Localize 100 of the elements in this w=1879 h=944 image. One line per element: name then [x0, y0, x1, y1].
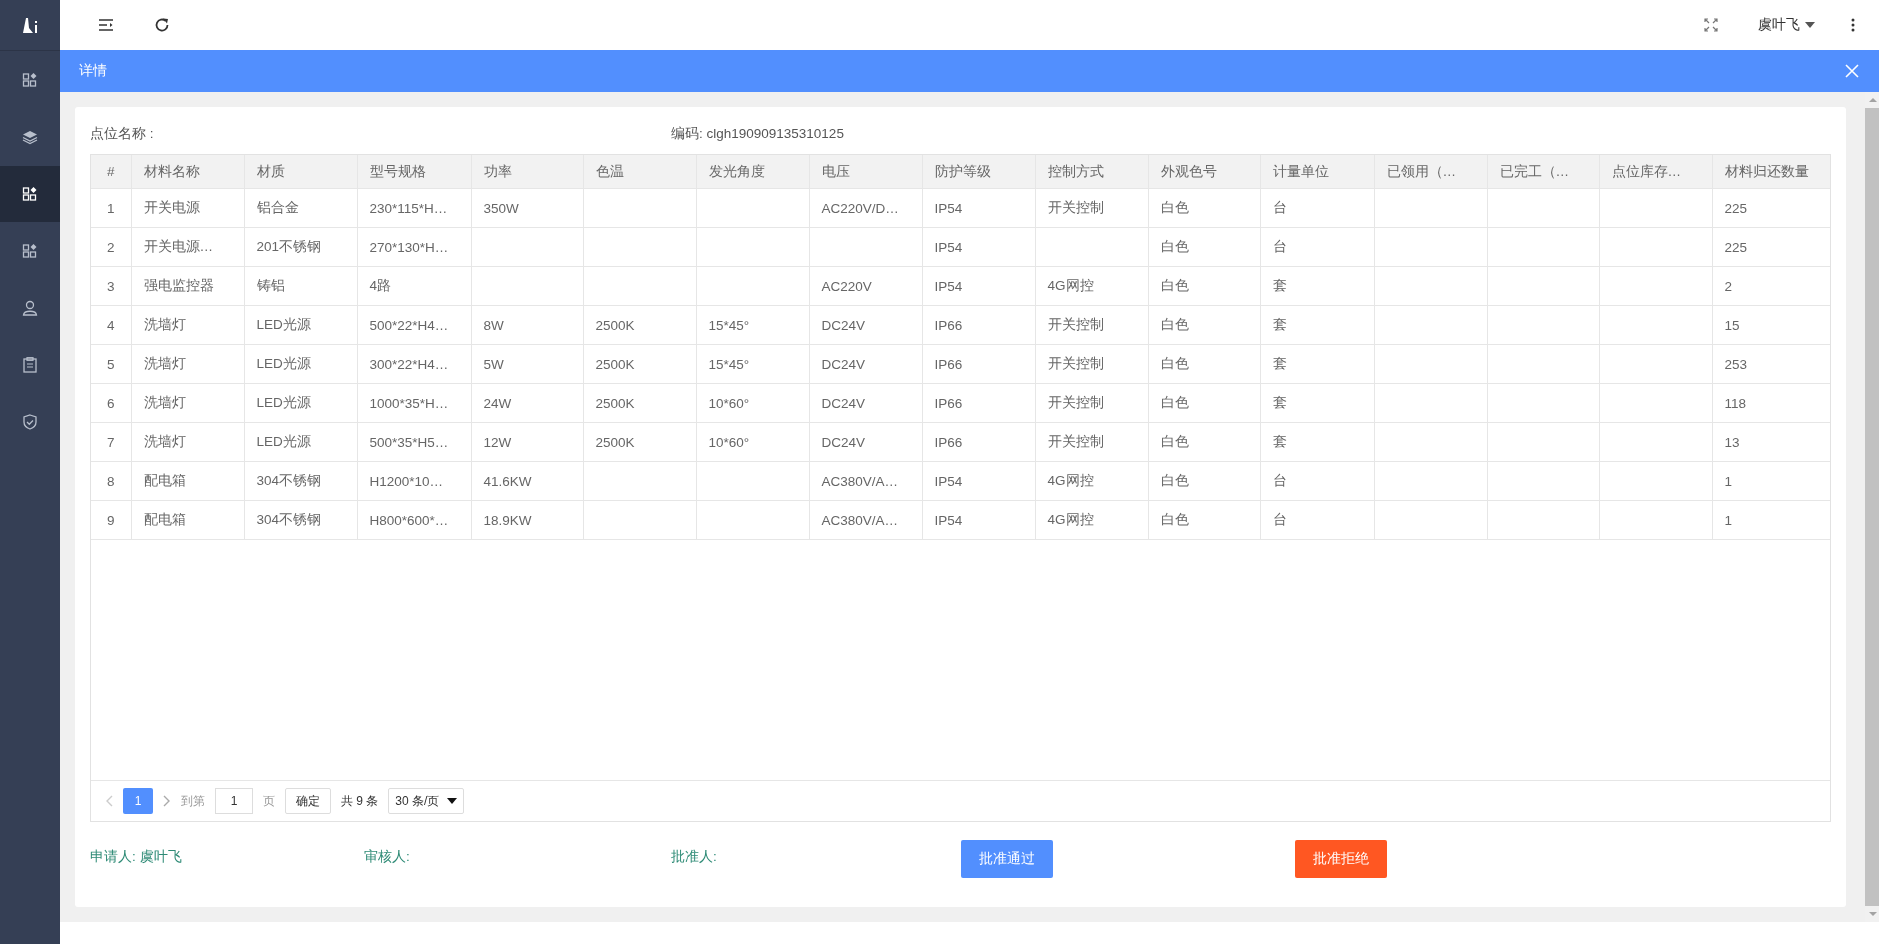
table-cell: 10*60° — [696, 422, 809, 462]
table-cell: DC24V — [809, 344, 922, 384]
table-cell: 9 — [91, 500, 131, 540]
fullscreen-icon[interactable] — [1704, 18, 1718, 32]
total-count: 共 9 条 — [341, 792, 379, 810]
table-cell: 白色 — [1148, 266, 1260, 306]
table-cell: 开关控制 — [1035, 305, 1148, 345]
table-cell: 500*22*H4… — [357, 305, 471, 345]
table-cell: 开关控制 — [1035, 422, 1148, 462]
user-menu[interactable]: 虞叶飞 — [1758, 16, 1815, 34]
column-header: 材料归还数量 — [1712, 155, 1830, 189]
table-cell: 开关电源 — [131, 188, 244, 228]
menu-icon[interactable] — [98, 18, 114, 32]
table-cell: 270*130*H… — [357, 227, 471, 267]
close-icon[interactable] — [1845, 64, 1859, 78]
next-page-icon[interactable] — [163, 795, 171, 807]
table-cell: 3 — [91, 266, 131, 306]
table-cell: IP54 — [922, 500, 1035, 540]
table-cell: DC24V — [809, 422, 922, 462]
table-cell: 强电监控器 — [131, 266, 244, 306]
table-cell: 套 — [1260, 422, 1374, 462]
table-cell: LED光源 — [244, 422, 357, 462]
column-header: 控制方式 — [1035, 155, 1148, 189]
refresh-icon[interactable] — [154, 17, 170, 33]
table-cell: 4G网控 — [1035, 266, 1148, 306]
logo-icon — [20, 16, 40, 34]
table-cell: IP54 — [922, 227, 1035, 267]
table-cell: 白色 — [1148, 227, 1260, 267]
table-cell: 开关电源… — [131, 227, 244, 267]
table-cell: IP54 — [922, 266, 1035, 306]
column-header: 型号规格 — [357, 155, 471, 189]
goto-label: 到第 — [181, 792, 205, 810]
table-cell: 4路 — [357, 266, 471, 306]
table-cell: 24W — [471, 383, 583, 423]
table-cell: 1000*35*H… — [357, 383, 471, 423]
column-header: 功率 — [471, 155, 583, 189]
table-cell: 4 — [91, 305, 131, 345]
table-cell: 41.6KW — [471, 461, 583, 501]
table-cell: H800*600*… — [357, 500, 471, 540]
table-cell: 白色 — [1148, 383, 1260, 423]
table-cell: H1200*10… — [357, 461, 471, 501]
sidebar-item[interactable] — [0, 166, 60, 222]
table-cell: 15*45° — [696, 344, 809, 384]
table-cell: IP54 — [922, 188, 1035, 228]
table-cell: 300*22*H4… — [357, 344, 471, 384]
table-cell: 2500K — [583, 305, 696, 345]
table-cell: 洗墙灯 — [131, 344, 244, 384]
table-cell: 6 — [91, 383, 131, 423]
table-cell: 套 — [1260, 383, 1374, 423]
table-cell: 201不锈钢 — [244, 227, 357, 267]
table-cell: 15*45° — [696, 305, 809, 345]
table-cell: 304不锈钢 — [244, 461, 357, 501]
column-header: 已领用（… — [1374, 155, 1487, 189]
table-cell: 4G网控 — [1035, 500, 1148, 540]
table-cell: 白色 — [1148, 188, 1260, 228]
column-header: 电压 — [809, 155, 922, 189]
table-cell: 套 — [1260, 344, 1374, 384]
confirm-button[interactable]: 确定 — [285, 788, 331, 814]
table-cell: 10*60° — [696, 383, 809, 423]
table-cell: 白色 — [1148, 305, 1260, 345]
code-text: 编码: clgh190909135310125 — [671, 125, 844, 143]
table-cell: 套 — [1260, 266, 1374, 306]
table-cell: AC380V/A… — [809, 500, 922, 540]
page-input[interactable]: 1 — [215, 788, 253, 814]
table-cell: 台 — [1260, 500, 1374, 540]
column-header: 材质 — [244, 155, 357, 189]
table-cell: 2500K — [583, 422, 696, 462]
applicant-text: 申请人: 虞叶飞 — [90, 848, 183, 866]
layers-icon — [22, 129, 38, 145]
table-cell: 白色 — [1148, 344, 1260, 384]
table-cell: 洗墙灯 — [131, 305, 244, 345]
table-cell: 台 — [1260, 227, 1374, 267]
table-cell: 230*115*H… — [357, 188, 471, 228]
table-cell: DC24V — [809, 383, 922, 423]
table-cell: 18.9KW — [471, 500, 583, 540]
column-header: 点位库存… — [1599, 155, 1712, 189]
column-header: 外观色号 — [1148, 155, 1260, 189]
table-cell: 8W — [471, 305, 583, 345]
table-cell: 洗墙灯 — [131, 422, 244, 462]
table-cell: 台 — [1260, 188, 1374, 228]
page-size-select[interactable]: 30 条/页 — [388, 788, 465, 814]
table-cell: 1 — [91, 188, 131, 228]
table-cell: 2500K — [583, 383, 696, 423]
table-cell: 2500K — [583, 344, 696, 384]
table-cell: 7 — [91, 422, 131, 462]
table-cell: 洗墙灯 — [131, 383, 244, 423]
shield-icon — [22, 414, 38, 430]
table-cell: 开关控制 — [1035, 383, 1148, 423]
table-cell: IP66 — [922, 383, 1035, 423]
table-cell: 350W — [471, 188, 583, 228]
more-icon[interactable] — [1851, 18, 1855, 32]
table-cell: IP54 — [922, 461, 1035, 501]
table-cell: IP66 — [922, 305, 1035, 345]
table-cell: 套 — [1260, 305, 1374, 345]
table-cell: 配电箱 — [131, 461, 244, 501]
table-cell: LED光源 — [244, 344, 357, 384]
caret-icon — [1805, 22, 1815, 28]
approver-label: 批准人: — [671, 848, 718, 866]
table-cell: 开关控制 — [1035, 188, 1148, 228]
table-cell: AC380V/A… — [809, 461, 922, 501]
